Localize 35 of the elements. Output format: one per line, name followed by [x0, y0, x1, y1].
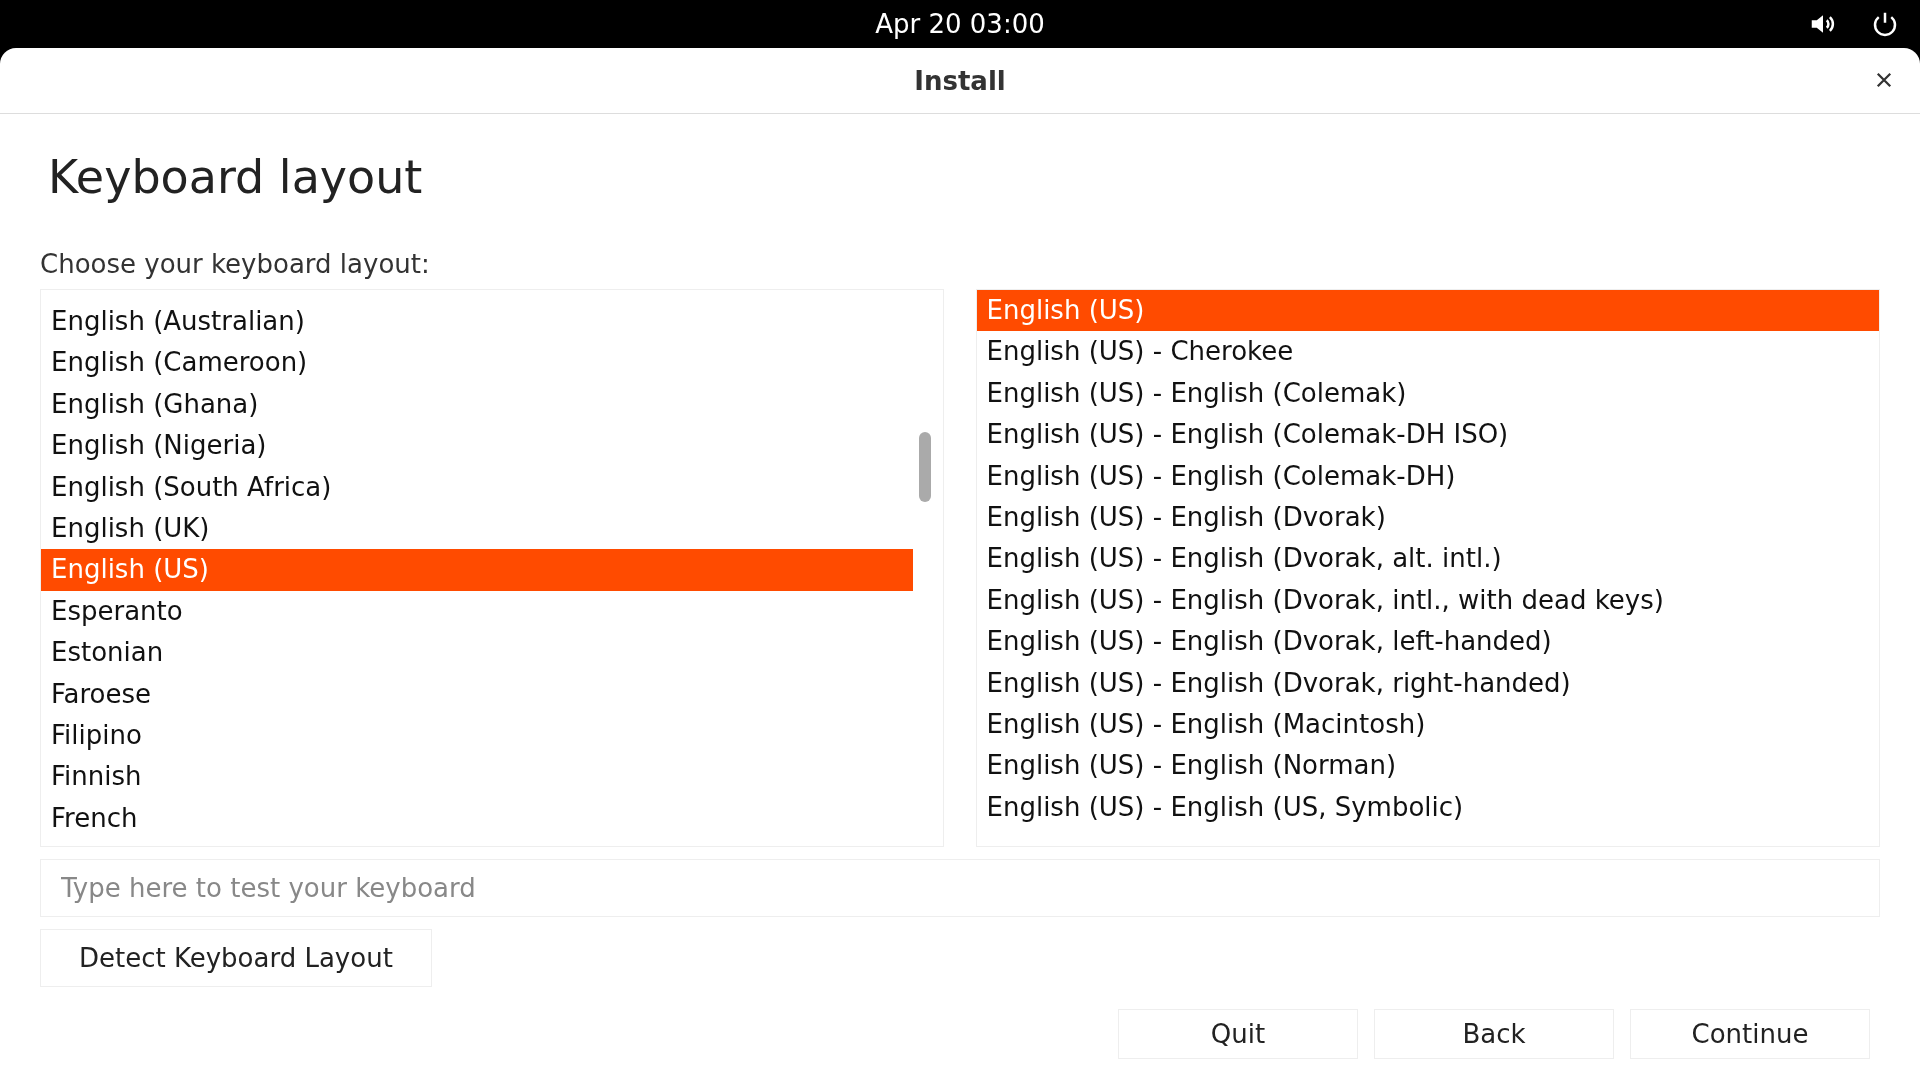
- page-heading: Keyboard layout: [48, 150, 424, 204]
- layout-item[interactable]: Esperanto: [41, 590, 913, 633]
- layout-item[interactable]: Finnish: [41, 756, 913, 798]
- variant-item[interactable]: English (US) - English (Dvorak, left-handed): [976, 621, 1879, 663]
- variant-item[interactable]: English (US) - English (Colemak-DH): [976, 455, 1879, 497]
- variant-item[interactable]: English (US) - English (Dvorak, right-handed): [976, 662, 1879, 704]
- variant-item[interactable]: English (US) - English (Macintosh): [976, 703, 1879, 746]
- variant-item[interactable]: English (US) - English (Dvorak, intl., with dead keys): [976, 579, 1879, 622]
- layout-item[interactable]: English (Nigeria): [41, 425, 913, 467]
- layout-item[interactable]: English (Ghana): [41, 383, 913, 426]
- nav-button[interactable]: Continue: [1630, 1009, 1870, 1059]
- variant-item[interactable]: English (US) - English (Dvorak): [976, 496, 1879, 539]
- variant-item[interactable]: English (US) - English (Norman): [976, 745, 1879, 787]
- nav-button[interactable]: Back: [1374, 1009, 1614, 1059]
- detect-layout-button[interactable]: Detect Keyboard Layout: [40, 929, 432, 987]
- test-input-field[interactable]: Type here to test your keyboard: [40, 859, 1880, 917]
- layout-item[interactable]: English (UK): [41, 507, 913, 550]
- window-title: Install: [914, 65, 1006, 96]
- layout-item[interactable]: Faroese: [41, 673, 913, 715]
- clock[interactable]: Apr 20 03:00: [875, 9, 1045, 39]
- variant-item[interactable]: English (US) - Cherokee: [976, 331, 1879, 373]
- close-icon[interactable]: [1874, 70, 1894, 90]
- layout-item[interactable]: Filipino: [41, 714, 913, 757]
- variant-item[interactable]: English (US) - English (Colemak): [976, 372, 1879, 415]
- layout-item[interactable]: Estonian: [41, 632, 913, 674]
- variant-item[interactable]: English (US) - English (Colemak-DH ISO): [976, 414, 1879, 456]
- layout-item[interactable]: English (South Africa): [41, 466, 913, 508]
- variant-item[interactable]: English (US) - English (US, Symbolic): [976, 786, 1879, 829]
- scrollbar-thumb[interactable]: [918, 432, 931, 502]
- layout-item[interactable]: English (Cameroon): [41, 342, 913, 384]
- layout-item[interactable]: English (Australian): [41, 301, 913, 343]
- variant-item[interactable]: English (US) - English (Dvorak, alt. intl.): [976, 538, 1879, 580]
- layout-item[interactable]: French: [41, 797, 913, 840]
- prompt-label: Choose your keyboard layout:: [40, 249, 431, 279]
- nav-button[interactable]: Quit: [1118, 1009, 1358, 1059]
